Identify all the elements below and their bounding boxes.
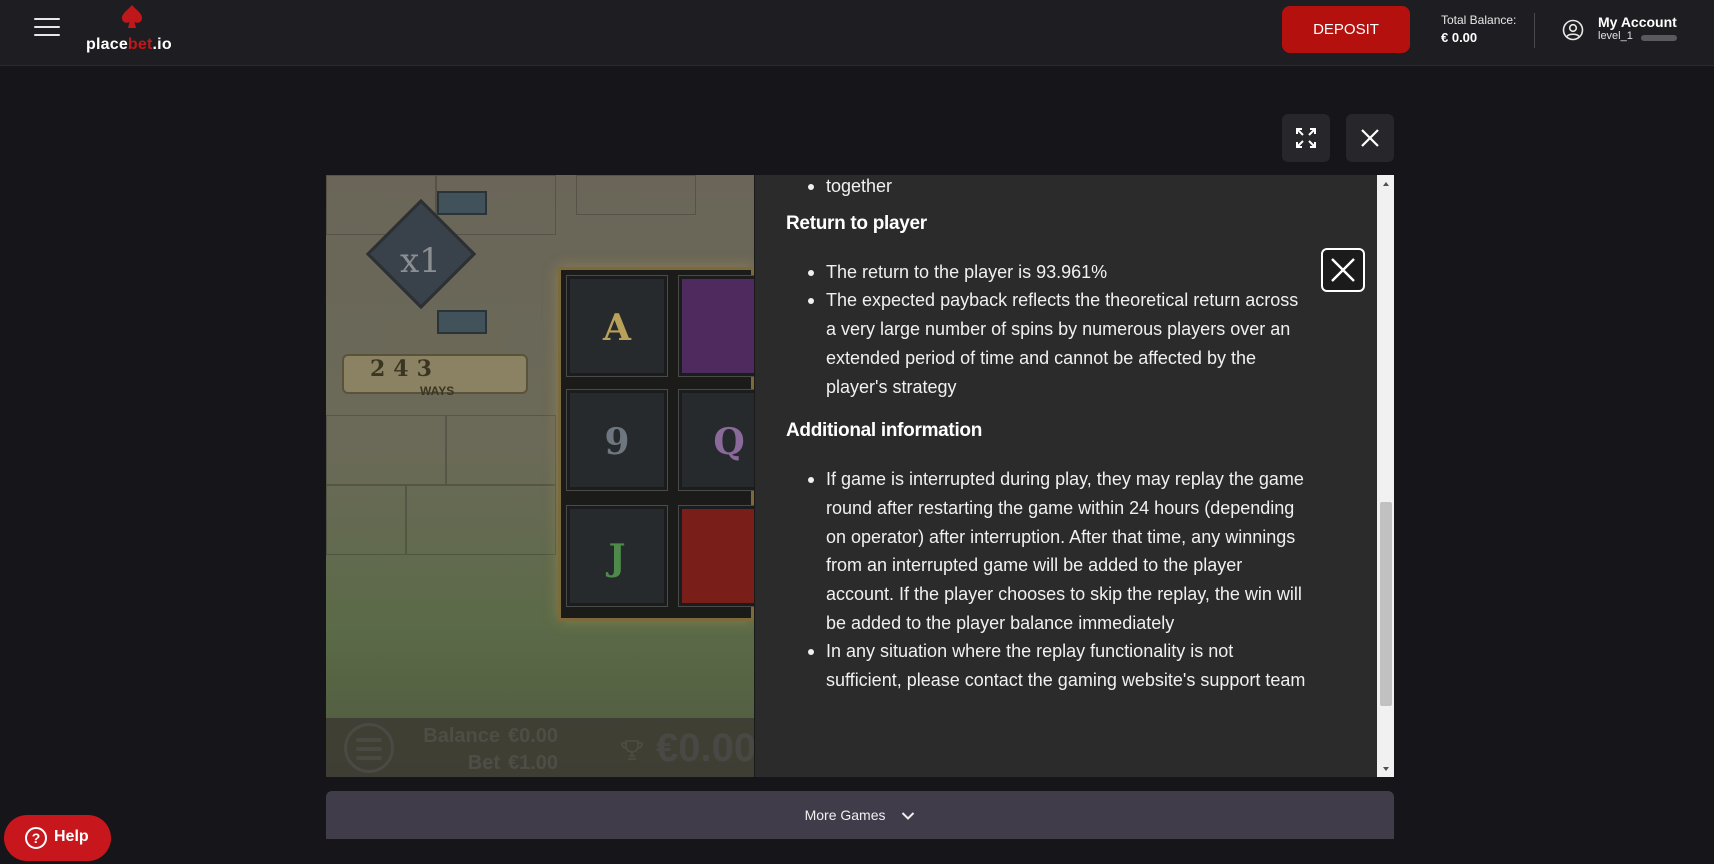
reels[interactable]: A 9 Q J [558,267,780,621]
balance-label: Total Balance: [1441,13,1517,27]
list-item: The expected payback reflects the theore… [808,286,1306,401]
game-menu-button[interactable] [344,723,394,773]
more-games-label: More Games [804,807,886,823]
game-balance-label: Balance [423,725,500,747]
more-games-button[interactable]: More Games [326,791,1394,839]
ways-count: 243 [370,356,440,382]
multiplier-banner-top [437,191,487,215]
trophy-icon [621,740,643,760]
info-scrollbar[interactable] [1377,175,1394,777]
reel-symbol: 9 [566,389,668,491]
game-info-panel[interactable]: together Return to player The return to … [754,175,1394,777]
additional-info-list: If game is interrupted during play, they… [786,465,1306,695]
header-divider [1534,13,1535,48]
scroll-thumb[interactable] [1380,502,1392,706]
account-name: My Account [1598,14,1677,30]
close-info-button[interactable] [1321,248,1365,292]
list-item: In any situation where the replay functi… [808,637,1306,694]
multiplier-banner-bottom [437,310,487,334]
close-icon [1331,258,1355,282]
help-button[interactable]: ? Help [4,815,111,861]
close-icon [1361,129,1379,147]
fullscreen-button[interactable] [1282,114,1330,162]
list-item: If game is interrupted during play, they… [808,465,1306,637]
multiplier-value: x1 [400,241,441,281]
chevron-down-icon [902,812,915,821]
total-balance: Total Balance: € 0.00 [1441,13,1516,45]
rtp-heading: Return to player [786,212,927,234]
win-amount: €0.00 [656,726,757,770]
help-label: Help [54,828,89,845]
deposit-button[interactable]: DEPOSIT [1282,6,1410,53]
list-item: The return to the player is 93.961% [808,258,1306,287]
game-bet-value: €1.00 [508,752,559,774]
close-game-button[interactable] [1346,114,1394,162]
user-icon [1562,19,1584,41]
info-content[interactable]: together Return to player The return to … [755,175,1377,777]
game-balance-value: €0.00 [508,725,559,747]
info-text-fragment: together [808,175,1306,201]
ways-label: WAYS [420,384,455,398]
game-balance: Balance €0.00 [420,725,558,748]
spade-icon [122,5,142,28]
game-bet-label: Bet [467,752,500,774]
reel-symbol: A [566,275,668,377]
game-background: x1 243 WAYS A 9 Q J Balance €0.00 Bet €1… [326,175,780,777]
question-icon: ? [25,827,47,849]
scroll-down-arrow[interactable] [1377,760,1394,777]
level-progress [1641,35,1677,41]
menu-icon[interactable] [34,18,60,40]
game-bet: Bet €1.00 [420,752,558,775]
account-level: level_1 [1598,30,1633,42]
balance-value: € 0.00 [1441,30,1478,45]
top-bar: placebet.io DEPOSIT Total Balance: € 0.0… [0,0,1714,66]
logo[interactable]: placebet.io [86,4,196,56]
scroll-up-arrow[interactable] [1377,175,1394,192]
rtp-list: The return to the player is 93.961% The … [786,258,1306,402]
additional-info-heading: Additional information [786,420,983,442]
logo-text: placebet.io [86,36,172,53]
game-frame[interactable]: x1 243 WAYS A 9 Q J Balance €0.00 Bet €1… [326,175,1394,777]
game-status-bar: Balance €0.00 Bet €1.00 €0.00 [326,718,757,777]
reel-symbol: J [566,505,668,607]
fullscreen-icon [1296,128,1316,148]
